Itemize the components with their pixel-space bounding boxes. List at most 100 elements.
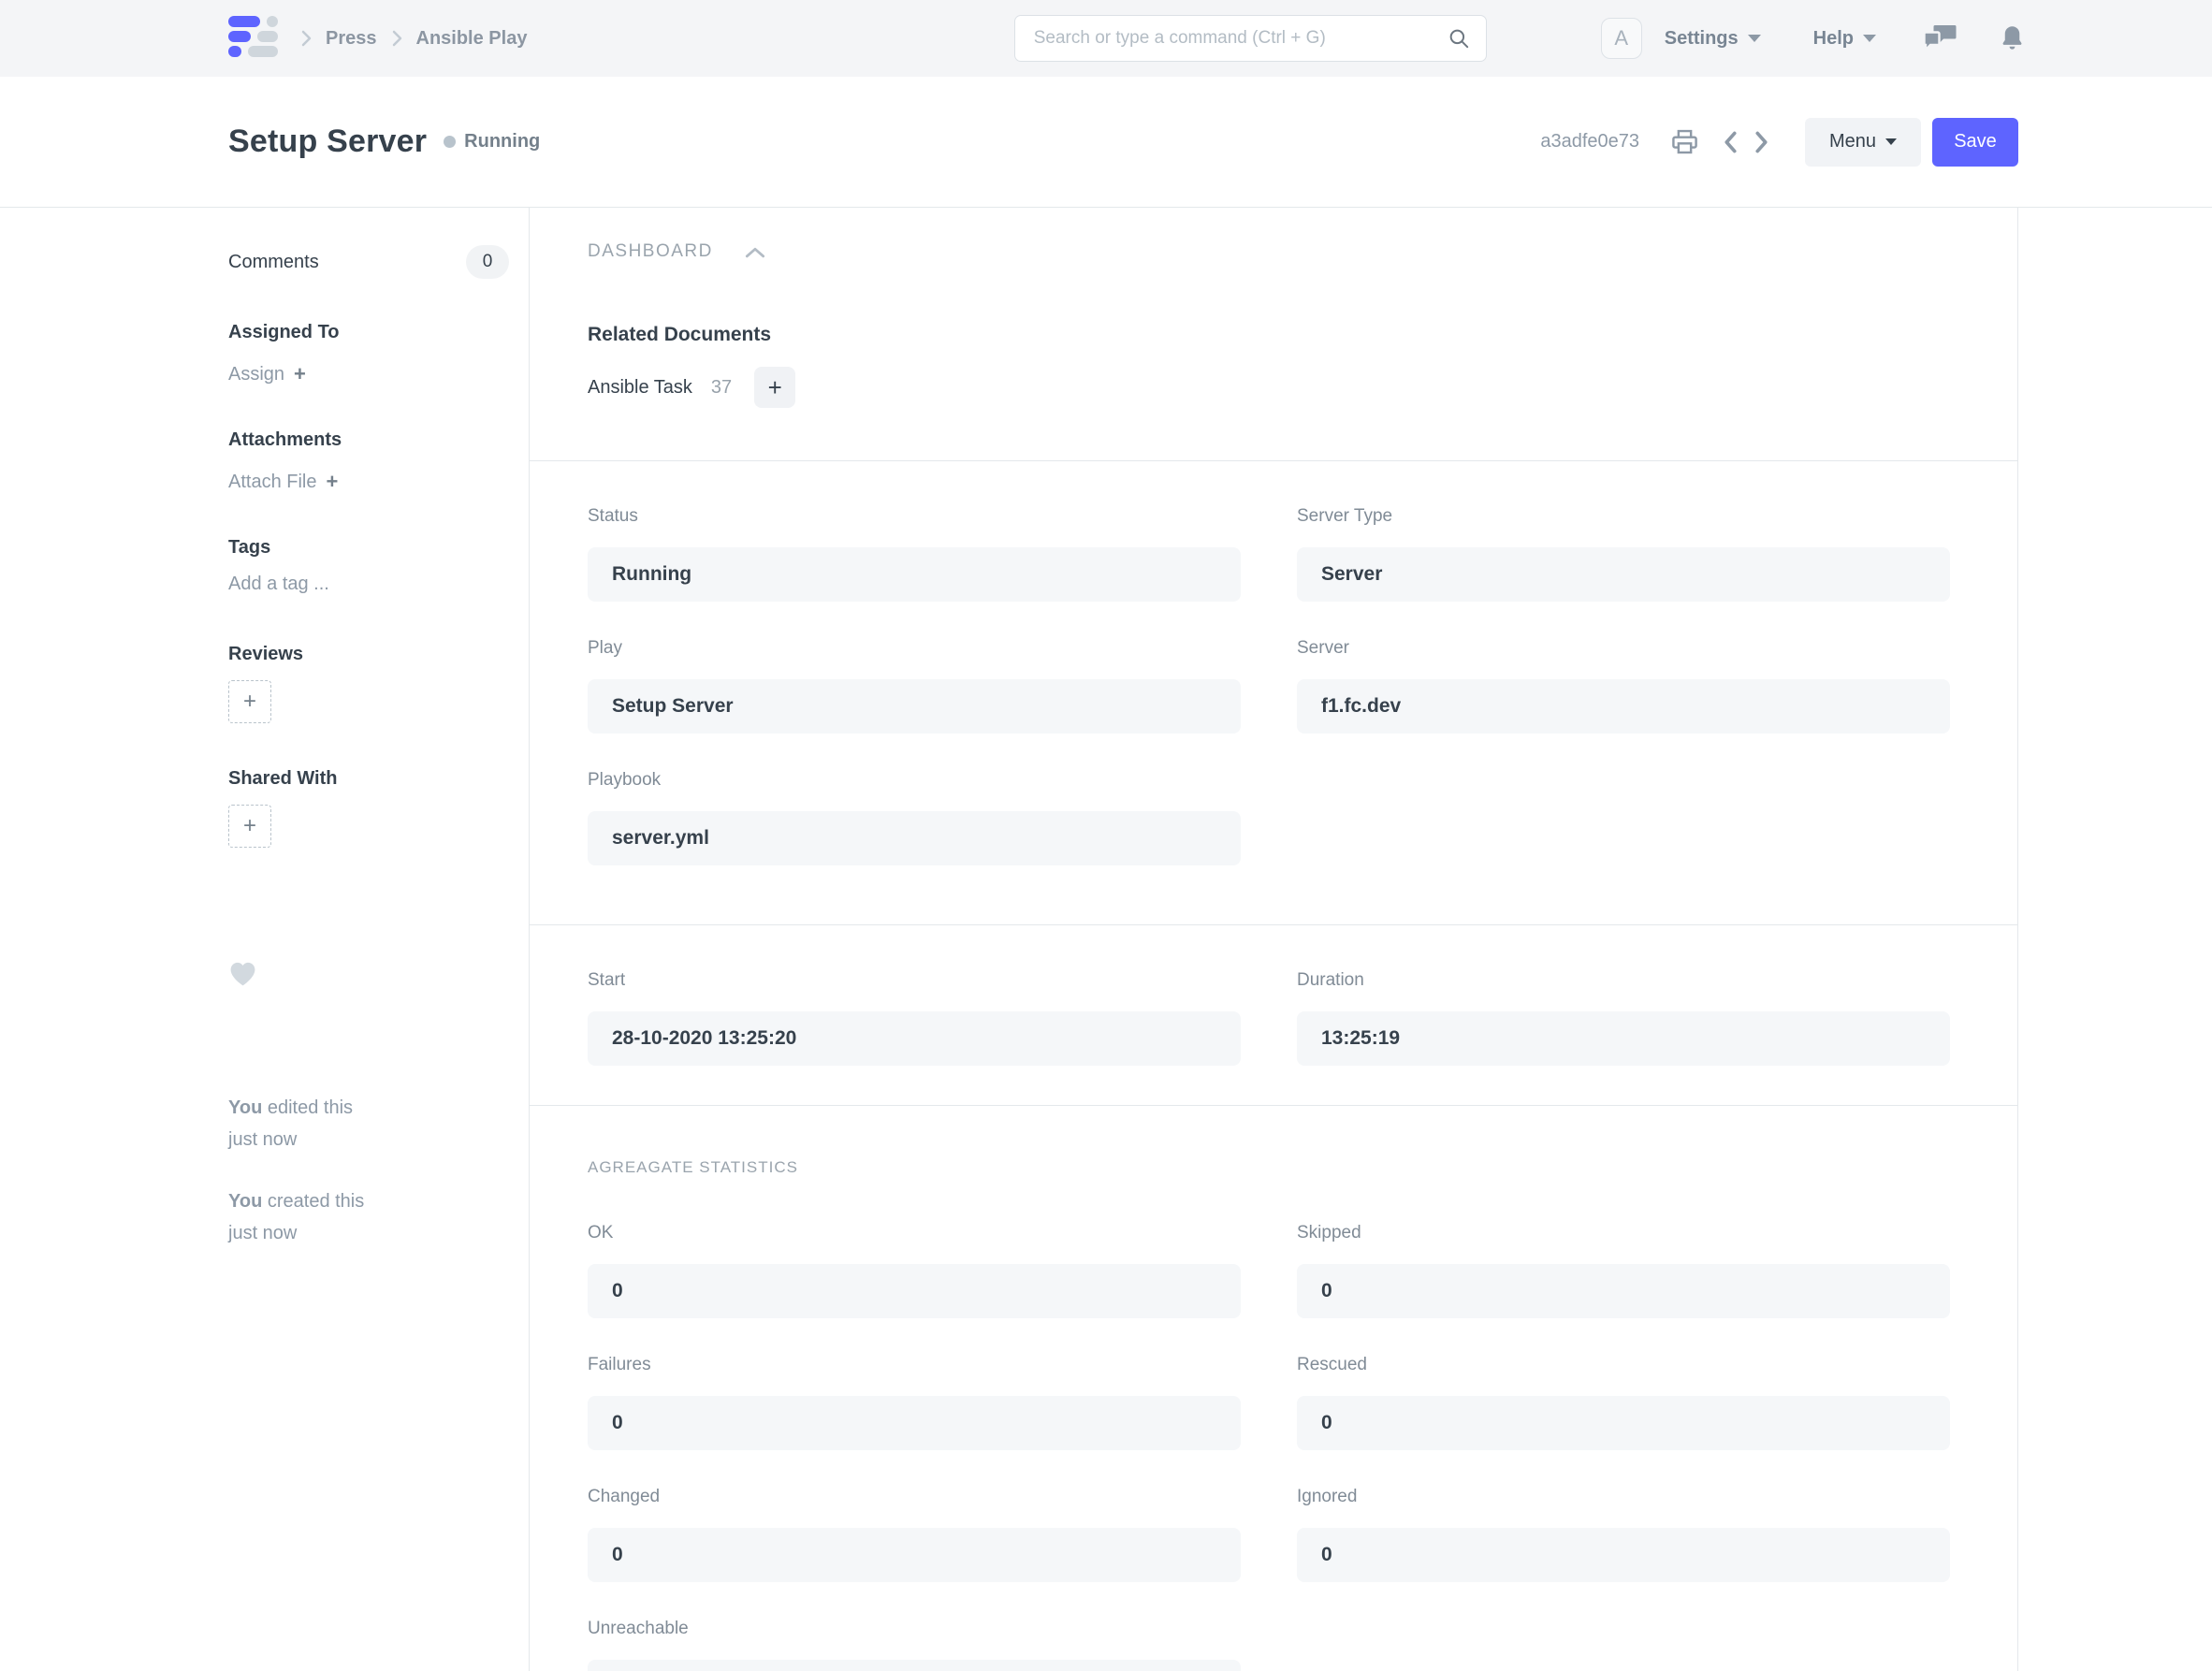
field-play: Play Setup Server	[588, 635, 1241, 734]
server-field[interactable]: f1.fc.dev	[1297, 679, 1950, 734]
menu-button[interactable]: Menu	[1805, 117, 1921, 167]
chevron-right-icon	[299, 29, 313, 48]
add-tag-input[interactable]: Add a tag ...	[228, 574, 509, 595]
field-value: 0	[612, 1412, 623, 1433]
field-label: Server Type	[1297, 506, 1393, 526]
next-document-button[interactable]	[1754, 130, 1769, 154]
status-field[interactable]: Running	[588, 547, 1241, 602]
field-failures: Failures 0	[588, 1352, 1241, 1450]
failures-field[interactable]: 0	[588, 1396, 1241, 1450]
related-doc-count: 37	[710, 376, 733, 398]
activity-text: created this	[267, 1191, 365, 1212]
save-button-label: Save	[1954, 131, 1997, 152]
save-button[interactable]: Save	[1932, 117, 2018, 167]
activity-when: just now	[228, 1223, 298, 1243]
chat-icon	[1923, 23, 1957, 53]
chevron-right-icon	[390, 29, 403, 48]
add-review-button[interactable]: +	[228, 680, 271, 723]
field-label: Unreachable	[588, 1619, 689, 1638]
stats-section-title: AGREAGATE STATISTICS	[588, 1158, 798, 1176]
stats-section: AGREAGATE STATISTICS OK 0 Failures 0 Cha…	[530, 1106, 2017, 1671]
related-documents-heading: Related Documents	[588, 324, 772, 345]
field-label: Start	[588, 970, 626, 990]
navbar-right: A Settings Help	[1600, 18, 2025, 59]
field-label: Server	[1297, 638, 1349, 658]
page-header: Setup Server Running a3adfe0e73 Menu Sav…	[0, 77, 2212, 208]
global-search	[1013, 15, 1487, 62]
print-button[interactable]	[1671, 129, 1698, 154]
server-type-field[interactable]: Server	[1297, 547, 1950, 602]
search-input[interactable]	[1033, 28, 1447, 49]
field-value: f1.fc.dev	[1321, 695, 1402, 717]
dashboard-collapse-toggle[interactable]: DASHBOARD	[588, 241, 850, 262]
document-id: a3adfe0e73	[1540, 131, 1639, 152]
activity-item: You edited this just now	[228, 1092, 509, 1155]
user-avatar[interactable]: A	[1600, 18, 1642, 59]
navbar: Press Ansible Play A Settings Help	[0, 0, 2212, 77]
assigned-to-heading: Assigned To	[228, 322, 340, 342]
activity-text: edited this	[267, 1097, 354, 1118]
like-button[interactable]	[228, 960, 258, 987]
start-field[interactable]: 28-10-2020 13:25:20	[588, 1011, 1241, 1066]
field-value: Server	[1321, 563, 1383, 585]
notifications-button[interactable]	[2000, 24, 2025, 53]
settings-label: Settings	[1664, 27, 1739, 49]
field-value: 0	[1321, 1544, 1332, 1565]
app-logo-icon[interactable]	[228, 15, 281, 62]
help-label: Help	[1812, 27, 1854, 49]
breadcrumb-item-press[interactable]: Press	[326, 28, 377, 50]
timing-section: Start 28-10-2020 13:25:20 Duration 13:25…	[530, 925, 2017, 1106]
document-body: Comments 0 Assigned To Assign + Attachme…	[0, 208, 2212, 1671]
plus-icon: +	[242, 813, 256, 838]
field-status: Status Running	[588, 503, 1241, 602]
tags-heading: Tags	[228, 537, 271, 558]
assign-button[interactable]: Assign +	[228, 362, 509, 386]
field-server-type: Server Type Server	[1297, 503, 1950, 602]
add-share-button[interactable]: +	[228, 805, 271, 848]
comments-count-badge: 0	[466, 245, 509, 279]
add-related-doc-button[interactable]: +	[754, 367, 796, 408]
page-title[interactable]: Setup Server	[228, 124, 427, 160]
related-doc-link[interactable]: Ansible Task	[588, 377, 692, 399]
activity-when: just now	[228, 1129, 298, 1150]
avatar-letter: A	[1614, 26, 1629, 50]
ignored-field[interactable]: 0	[1297, 1528, 1950, 1582]
caret-down-icon	[1885, 138, 1898, 145]
field-changed: Changed 0	[588, 1484, 1241, 1582]
changed-field[interactable]: 0	[588, 1528, 1241, 1582]
status-indicator: Running	[444, 131, 540, 153]
field-value: Setup Server	[612, 695, 734, 717]
chat-button[interactable]	[1923, 23, 1957, 53]
field-label: Changed	[588, 1487, 661, 1506]
field-server: Server f1.fc.dev	[1297, 635, 1950, 734]
breadcrumb-item-ansible-play[interactable]: Ansible Play	[416, 28, 528, 50]
field-ignored: Ignored 0	[1297, 1484, 1950, 1582]
field-rescued: Rescued 0	[1297, 1352, 1950, 1450]
help-menu[interactable]: Help	[1813, 28, 1876, 50]
field-label: OK	[588, 1223, 614, 1242]
shared-with-heading: Shared With	[228, 768, 338, 789]
activity-item: You created this just now	[228, 1185, 509, 1249]
dashboard-section: DASHBOARD Related Documents Ansible Task…	[530, 208, 2017, 461]
attachments-heading: Attachments	[228, 429, 342, 450]
rescued-field[interactable]: 0	[1297, 1396, 1950, 1450]
ok-field[interactable]: 0	[588, 1264, 1241, 1318]
attach-file-label: Attach File	[228, 471, 317, 492]
skipped-field[interactable]: 0	[1297, 1264, 1950, 1318]
prev-document-button[interactable]	[1723, 130, 1739, 154]
play-field[interactable]: Setup Server	[588, 679, 1241, 734]
plus-icon: +	[242, 689, 256, 714]
caret-down-icon	[1747, 35, 1761, 42]
plus-icon: +	[294, 362, 306, 385]
settings-menu[interactable]: Settings	[1665, 28, 1761, 50]
field-ok: OK 0	[588, 1220, 1241, 1318]
unreachable-field[interactable]: 0	[588, 1660, 1241, 1671]
field-label: Ignored	[1297, 1487, 1358, 1506]
playbook-field[interactable]: server.yml	[588, 811, 1241, 865]
field-label: Duration	[1297, 970, 1364, 990]
attach-file-button[interactable]: Attach File +	[228, 470, 509, 494]
field-playbook: Playbook server.yml	[588, 767, 1241, 865]
activity-feed: You edited this just now You created thi…	[228, 1092, 509, 1249]
duration-field[interactable]: 13:25:19	[1297, 1011, 1950, 1066]
field-value: 0	[1321, 1412, 1332, 1433]
